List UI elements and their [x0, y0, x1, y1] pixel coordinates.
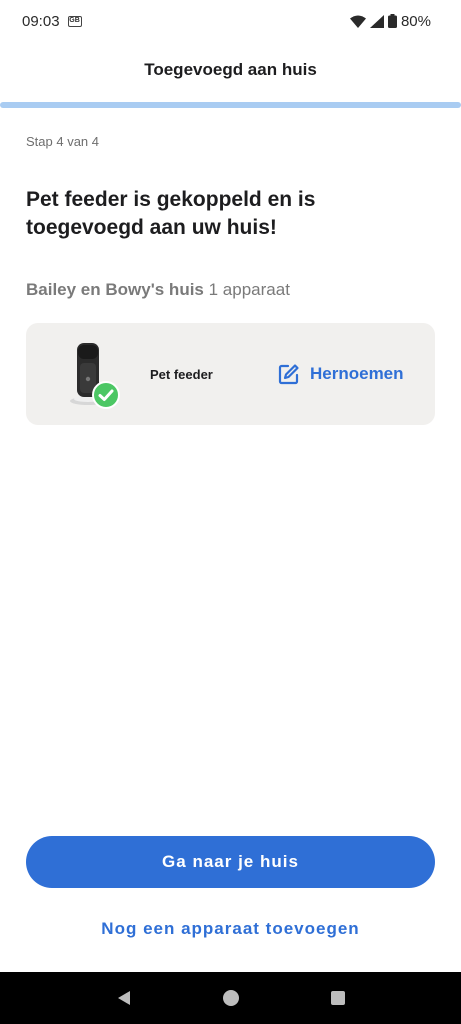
- battery-percent: 80%: [400, 12, 431, 30]
- battery-icon: [387, 14, 397, 28]
- device-count: 1 apparaat: [208, 280, 290, 299]
- home-info: Bailey en Bowy's huis 1 apparaat: [26, 280, 290, 300]
- home-name: Bailey en Bowy's huis: [26, 280, 204, 299]
- page-title: Toegevoegd aan huis: [144, 60, 317, 79]
- system-nav-bar: [0, 972, 461, 1024]
- go-to-home-button[interactable]: Ga naar je huis: [26, 836, 435, 888]
- home-icon[interactable]: [222, 989, 240, 1007]
- pet-feeder-image: [64, 339, 132, 409]
- wifi-icon: [349, 15, 366, 28]
- cell-signal-icon: [369, 14, 384, 28]
- status-right: 80%: [349, 12, 431, 30]
- recents-icon[interactable]: [330, 990, 346, 1006]
- device-card: Pet feeder Hernoemen: [26, 323, 435, 425]
- progress-fill: [0, 102, 461, 108]
- add-another-device-link[interactable]: Nog een apparaat toevoegen: [0, 919, 461, 939]
- edit-icon: [278, 364, 299, 385]
- status-time: 09:03: [22, 12, 60, 30]
- screen: 09:03 GB 80% Toegevoegd aan huis Stap 4 …: [0, 0, 461, 1024]
- notification-badge: GB: [67, 15, 82, 27]
- device-name: Pet feeder: [150, 366, 213, 382]
- progress-bar: [0, 102, 461, 108]
- status-left: 09:03 GB: [22, 13, 82, 30]
- rename-button[interactable]: Hernoemen: [278, 363, 404, 385]
- headline: Pet feeder is gekoppeld en is toegevoegd…: [26, 188, 316, 239]
- check-circle-icon: [92, 381, 120, 409]
- step-label: Stap 4 van 4: [26, 134, 99, 149]
- status-bar: 09:03 GB 80%: [0, 0, 461, 42]
- back-icon[interactable]: [115, 989, 133, 1007]
- rename-label: Hernoemen: [310, 364, 404, 383]
